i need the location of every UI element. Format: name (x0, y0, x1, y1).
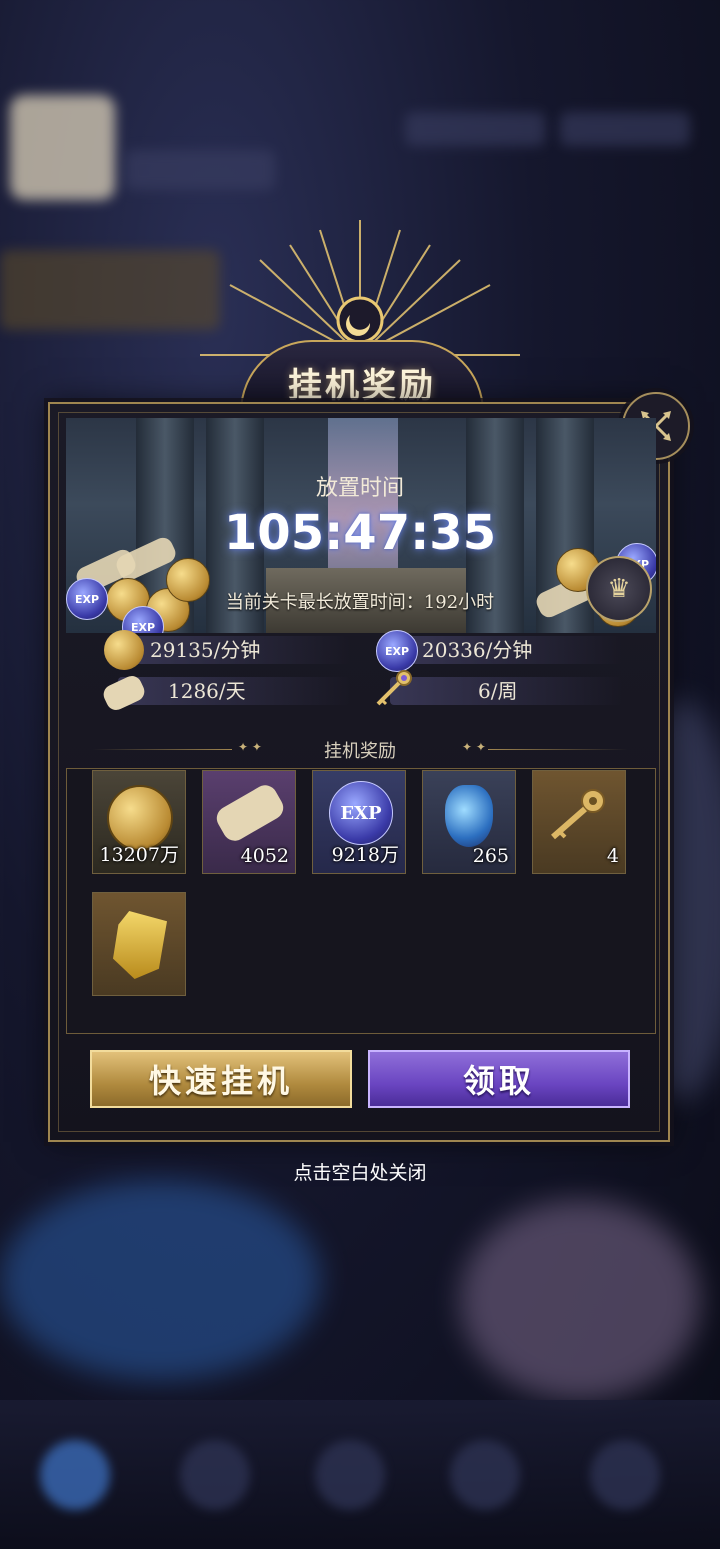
background-banner (0, 250, 220, 330)
exp-orb-icon: EXP (376, 630, 418, 672)
key-icon (376, 670, 412, 706)
rate-text: 6/周 (478, 679, 518, 703)
reward-item-exchange-crystal[interactable] (92, 892, 186, 996)
reward-item-exp[interactable]: EXP 9218万 (312, 770, 406, 874)
item-count: 4 (606, 845, 619, 867)
quick-idle-button[interactable]: 快速挂机 (90, 1050, 352, 1108)
item-count: 9218万 (331, 844, 399, 866)
rate-text: 20336/分钟 (422, 638, 533, 662)
background-currency-bar (560, 112, 690, 146)
scroll-icon (212, 780, 288, 846)
item-count: 265 (472, 845, 509, 867)
reward-item-scroll[interactable]: 4052 (202, 770, 296, 874)
tap-to-close-hint[interactable]: 点击空白处关闭 (0, 1158, 720, 1185)
claim-button[interactable]: 领取 (368, 1050, 630, 1108)
background-currency-bar (405, 112, 545, 146)
background-glow (0, 1180, 320, 1380)
rewards-section-title: 挂机奖励 (324, 741, 396, 762)
background-dock-icon (40, 1440, 110, 1510)
background-dock-icon (180, 1440, 250, 1510)
background-dock-icon (315, 1440, 385, 1510)
stage-rank-badge[interactable]: ♛ (586, 556, 652, 622)
gold-coin-icon (104, 630, 144, 670)
rate-text: 1286/天 (168, 679, 246, 703)
background-avatar (10, 95, 115, 200)
background-glow (460, 1200, 700, 1400)
item-count: 4052 (240, 845, 289, 867)
reward-item-key[interactable]: 4 (532, 770, 626, 874)
idle-time-label: 放置时间 (315, 476, 404, 501)
idle-time-value: 105:47:35 (223, 505, 497, 561)
item-count: 13207万 (99, 844, 179, 866)
reward-item-gold[interactable]: 13207万 (92, 770, 186, 874)
rate-text: 29135/分钟 (150, 638, 261, 662)
background-name-bar (125, 150, 275, 190)
page-title: 挂机奖励 (288, 365, 436, 406)
reward-item-crystal[interactable]: 265 (422, 770, 516, 874)
key-icon (551, 789, 605, 840)
background-dock-icon (450, 1440, 520, 1510)
exchange-crystal-icon (113, 911, 167, 979)
exp-orb-icon: EXP (329, 781, 393, 845)
background-dock-icon (590, 1440, 660, 1510)
crystal-icon (445, 785, 493, 847)
